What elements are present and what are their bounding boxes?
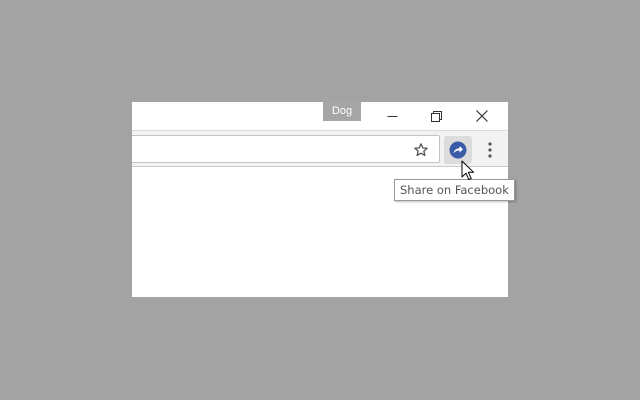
mouse-cursor-icon xyxy=(461,160,475,181)
profile-badge[interactable]: Dog xyxy=(323,102,361,121)
close-button[interactable] xyxy=(460,102,504,130)
minimize-button[interactable] xyxy=(370,102,414,130)
share-tooltip: Share on Facebook xyxy=(394,179,515,201)
title-bar[interactable]: Dog xyxy=(132,102,508,130)
share-on-facebook-icon xyxy=(449,141,467,159)
restore-button[interactable] xyxy=(414,102,458,130)
restore-icon xyxy=(430,110,442,122)
close-icon xyxy=(476,110,488,122)
vertical-dots-icon xyxy=(488,142,492,158)
star-icon xyxy=(414,143,428,157)
address-bar[interactable] xyxy=(132,135,440,163)
minimize-icon xyxy=(387,115,397,117)
bookmark-star-button[interactable] xyxy=(412,141,430,159)
browser-menu-button[interactable] xyxy=(480,136,500,164)
browser-toolbar xyxy=(132,130,508,167)
